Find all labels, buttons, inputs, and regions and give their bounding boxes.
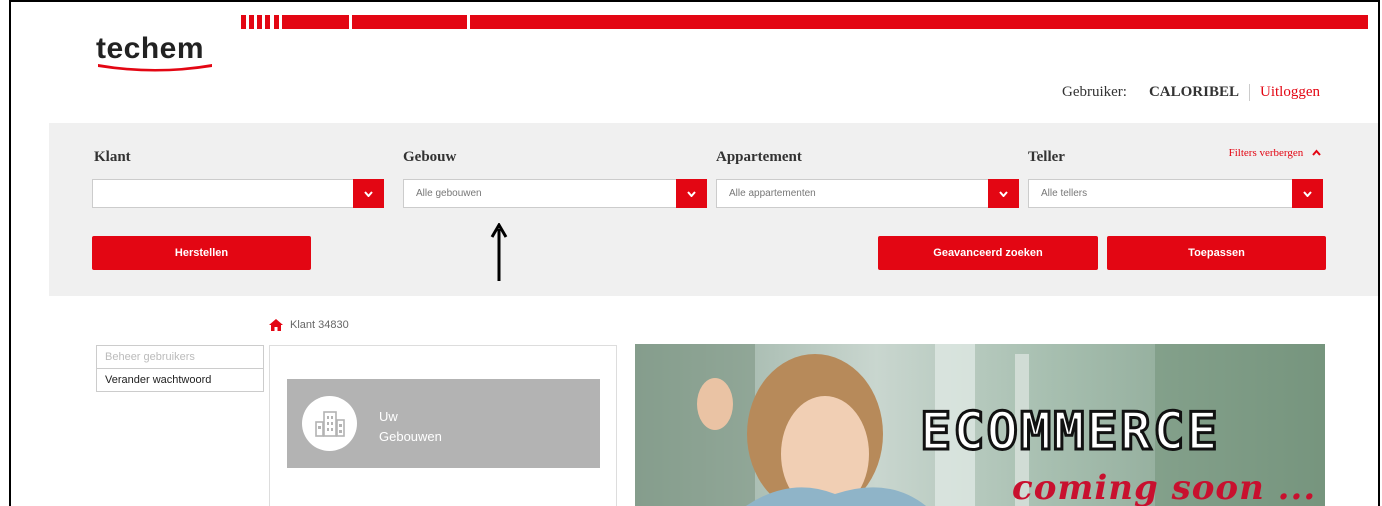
dashboard-panel: Uw Gebouwen xyxy=(269,345,617,506)
advanced-search-button[interactable]: Geavanceerd zoeken xyxy=(878,236,1098,270)
meter-select[interactable]: Alle tellers xyxy=(1028,179,1323,208)
breadcrumb: Klant 34830 xyxy=(269,319,349,331)
chevron-up-icon xyxy=(1312,149,1321,156)
apartment-select-value: Alle appartementen xyxy=(729,188,816,199)
meter-label: Teller xyxy=(1028,149,1065,165)
chevron-down-icon[interactable] xyxy=(676,179,707,208)
chevron-down-icon[interactable] xyxy=(1292,179,1323,208)
apartment-label: Appartement xyxy=(716,149,802,165)
reset-button[interactable]: Herstellen xyxy=(92,236,311,270)
filter-panel: Klant Gebouw Appartement Teller Filters … xyxy=(49,123,1378,296)
side-menu: Beheer gebruikers Verander wachtwoord xyxy=(96,345,264,392)
apply-button[interactable]: Toepassen xyxy=(1107,236,1326,270)
building-label: Gebouw xyxy=(403,149,457,165)
buildings-tile-label: Uw Gebouwen xyxy=(379,407,442,447)
user-label: Gebruiker: xyxy=(1061,84,1127,100)
hide-filters-link[interactable]: Filters verbergen xyxy=(1229,147,1321,159)
client-select[interactable] xyxy=(92,179,384,208)
tile-line-1: Uw xyxy=(379,409,398,424)
menu-item-change-password[interactable]: Verander wachtwoord xyxy=(97,369,263,391)
client-label: Klant xyxy=(94,149,131,165)
annotation-arrow-icon xyxy=(490,223,508,281)
top-accent-bar xyxy=(241,15,1368,29)
buildings-tile[interactable]: Uw Gebouwen xyxy=(287,379,600,468)
logo-wordmark: techem xyxy=(96,32,205,65)
logout-link[interactable]: Uitloggen xyxy=(1260,84,1320,101)
ecommerce-banner[interactable]: ECOMMERCE coming soon ... xyxy=(635,344,1325,506)
user-bar: Gebruiker: CALORIBEL Uitloggen xyxy=(1062,84,1320,101)
app-window: techem Gebruiker: CALORIBEL Uitloggen Kl… xyxy=(9,0,1380,506)
tile-line-2: Gebouwen xyxy=(379,429,442,444)
chevron-down-icon[interactable] xyxy=(353,179,384,208)
banner-subtitle: coming soon ... xyxy=(1012,468,1317,506)
chevron-down-icon[interactable] xyxy=(988,179,1019,208)
user-name: CALORIBEL xyxy=(1149,84,1250,101)
techem-logo[interactable]: techem xyxy=(96,32,214,72)
home-icon[interactable] xyxy=(269,319,283,331)
apartment-select[interactable]: Alle appartementen xyxy=(716,179,1019,208)
menu-item-manage-users[interactable]: Beheer gebruikers xyxy=(97,346,263,369)
building-select[interactable]: Alle gebouwen xyxy=(403,179,707,208)
breadcrumb-client[interactable]: Klant 34830 xyxy=(290,319,349,331)
hide-filters-label: Filters verbergen xyxy=(1228,147,1304,159)
meter-select-value: Alle tellers xyxy=(1041,188,1088,199)
building-select-value: Alle gebouwen xyxy=(416,188,482,199)
banner-title: ECOMMERCE xyxy=(919,401,1220,464)
buildings-icon xyxy=(302,396,357,451)
